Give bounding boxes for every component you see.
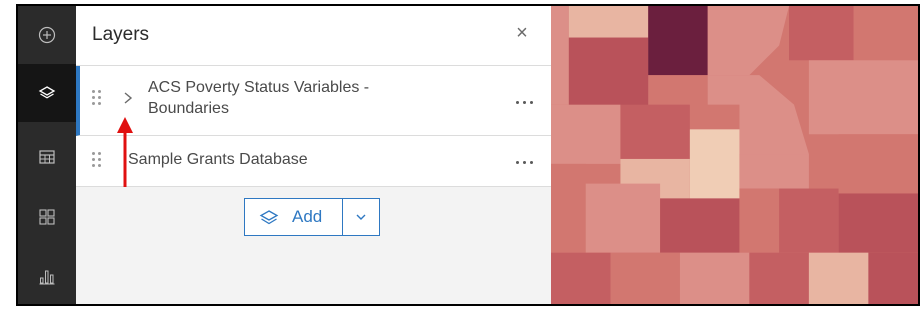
table-icon	[39, 150, 55, 164]
map-view[interactable]	[551, 6, 918, 304]
layer-options-icon[interactable]	[513, 154, 537, 170]
layer-label: ACS Poverty Status Variables - Boundarie…	[148, 77, 369, 119]
add-circle-icon	[38, 26, 56, 44]
chevron-down-icon	[356, 214, 366, 220]
layers-icon	[38, 86, 56, 99]
legend-icon	[39, 209, 55, 225]
layers-button[interactable]	[18, 64, 76, 122]
close-panel-button[interactable]: ×	[511, 21, 533, 45]
layer-label-line2: Boundaries	[148, 100, 229, 117]
layers-icon	[259, 210, 279, 225]
layer-label-line1: ACS Poverty Status Variables -	[148, 79, 370, 96]
layers-panel: Layers × ACS Poverty Status Variables - …	[76, 6, 551, 304]
layer-label: Sample Grants Database	[128, 151, 308, 168]
chevron-right-icon[interactable]	[121, 90, 135, 106]
table-button[interactable]	[18, 128, 76, 186]
add-layer-button[interactable]: Add	[245, 199, 343, 235]
add-layer-button-group: Add	[244, 198, 380, 236]
layer-item-acs-poverty[interactable]: ACS Poverty Status Variables - Boundarie…	[76, 66, 551, 136]
add-dropdown-button[interactable]	[343, 199, 379, 235]
app-frame: Layers × ACS Poverty Status Variables - …	[16, 4, 920, 306]
panel-title: Layers	[92, 24, 150, 45]
add-button-label: Add	[292, 207, 323, 226]
chart-icon	[39, 270, 55, 285]
layer-options-icon[interactable]	[513, 94, 537, 110]
action-toolbar	[18, 6, 76, 304]
add-content-button[interactable]	[18, 6, 76, 64]
chart-button[interactable]	[18, 248, 76, 304]
drag-handle-icon[interactable]	[92, 90, 102, 110]
layer-item-sample-grants[interactable]: Sample Grants Database	[76, 136, 551, 187]
legend-button[interactable]	[18, 188, 76, 246]
panel-header: Layers ×	[76, 6, 551, 66]
drag-handle-icon[interactable]	[92, 152, 102, 172]
choropleth-map	[551, 6, 918, 304]
